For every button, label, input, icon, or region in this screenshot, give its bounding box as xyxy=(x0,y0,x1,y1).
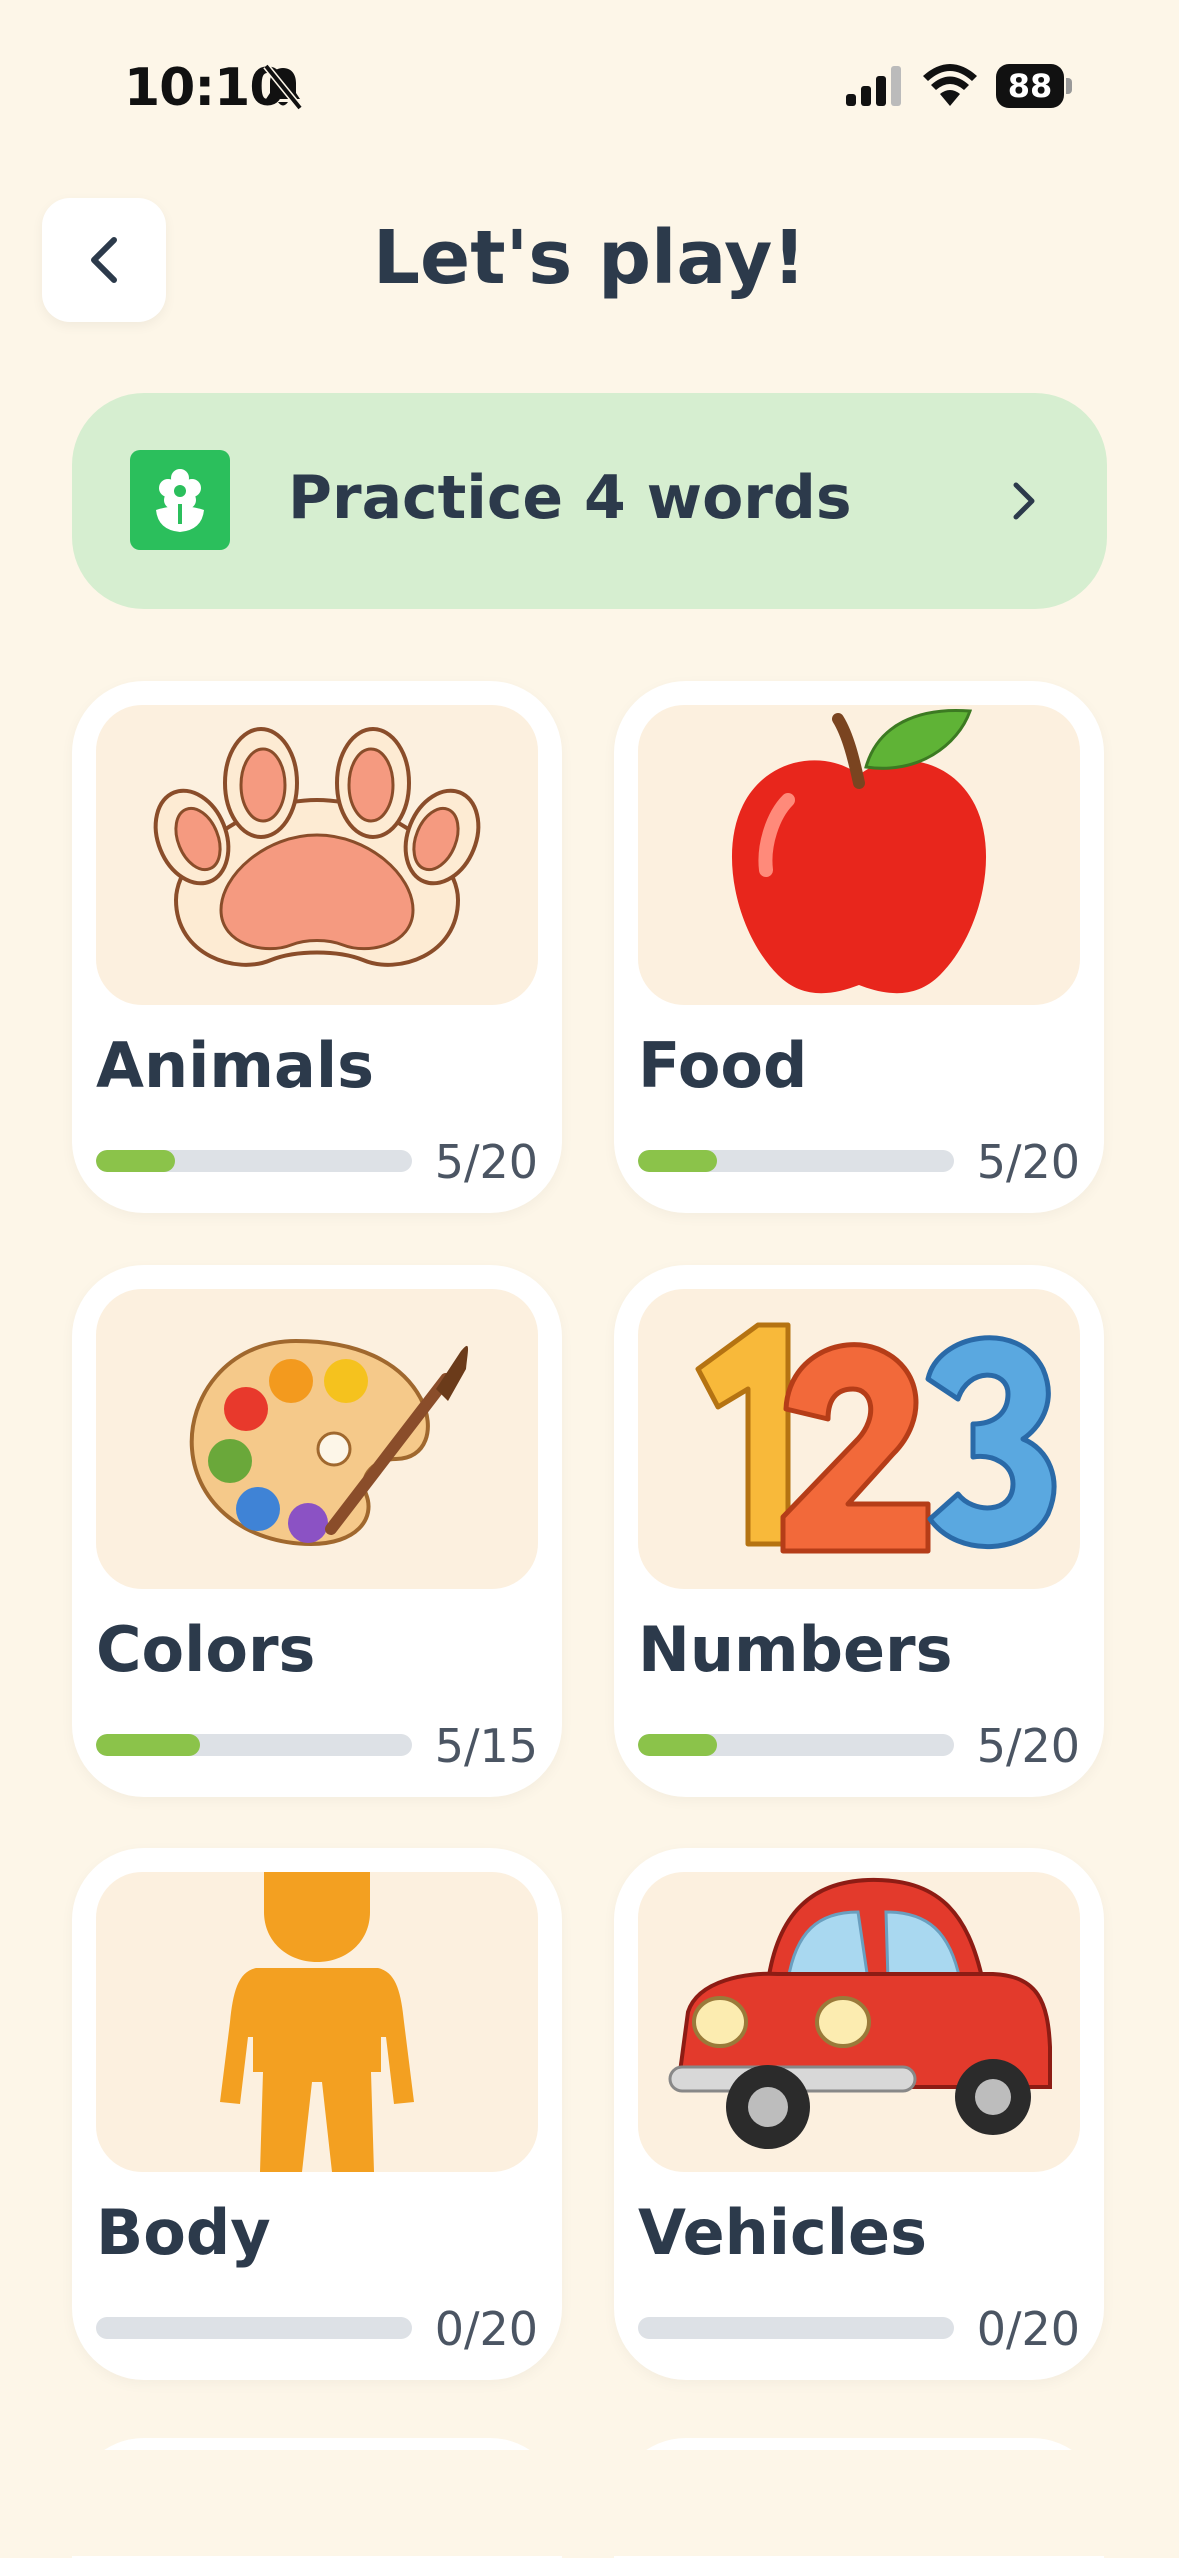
flower-icon xyxy=(130,450,230,550)
progress-fill xyxy=(96,1150,175,1172)
palette-icon xyxy=(189,1338,469,1547)
category-name: Vehicles xyxy=(638,2196,927,2269)
progress-bar xyxy=(96,1150,412,1172)
person-icon xyxy=(220,1872,414,2172)
category-card-numbers[interactable]: Numbers 5/20 xyxy=(614,1265,1104,1797)
category-image xyxy=(96,1289,538,1589)
progress-count: 0/20 xyxy=(434,2302,538,2356)
category-image xyxy=(638,1289,1080,1589)
progress-count: 5/20 xyxy=(976,1135,1080,1189)
progress-count: 5/20 xyxy=(434,1135,538,1189)
progress-count: 0/20 xyxy=(976,2302,1080,2356)
category-image xyxy=(638,1872,1080,2172)
category-image xyxy=(638,705,1080,1005)
signal-icon xyxy=(846,66,901,106)
practice-words-button[interactable]: Practice 4 words xyxy=(72,393,1107,609)
bottom-fade xyxy=(0,2450,1179,2556)
status-time: 10:10 xyxy=(124,58,286,118)
progress-fill xyxy=(96,1734,201,1756)
car-icon xyxy=(668,1877,1052,2149)
category-image xyxy=(96,1872,538,2172)
numbers-icon xyxy=(695,1322,1057,1554)
progress-count: 5/15 xyxy=(434,1719,538,1773)
category-name: Numbers xyxy=(638,1613,953,1686)
progress-bar xyxy=(638,2317,954,2339)
practice-label: Practice 4 words xyxy=(288,463,852,533)
progress-count: 5/20 xyxy=(976,1719,1080,1773)
status-bar: 10:10 88 xyxy=(0,0,1179,170)
progress-bar xyxy=(96,1734,412,1756)
progress-bar xyxy=(638,1734,954,1756)
progress-fill xyxy=(638,1150,717,1172)
category-card-food[interactable]: Food 5/20 xyxy=(614,681,1104,1213)
wifi-icon xyxy=(923,64,977,106)
category-card-body[interactable]: Body 0/20 xyxy=(72,1848,562,2380)
progress-fill xyxy=(638,1734,717,1756)
category-card-colors[interactable]: Colors 5/15 xyxy=(72,1265,562,1797)
category-name: Food xyxy=(638,1029,808,1102)
paw-icon xyxy=(153,727,481,967)
category-image xyxy=(96,705,538,1005)
category-card-animals[interactable]: Animals 5/20 xyxy=(72,681,562,1213)
progress-bar xyxy=(96,2317,412,2339)
category-name: Colors xyxy=(96,1613,316,1686)
battery-icon: 88 xyxy=(996,64,1072,108)
page-title: Let's play! xyxy=(372,215,807,301)
category-name: Animals xyxy=(96,1029,374,1102)
chevron-right-icon xyxy=(1013,482,1035,520)
battery-level: 88 xyxy=(996,64,1064,108)
progress-bar xyxy=(638,1150,954,1172)
category-name: Body xyxy=(96,2196,271,2269)
apple-icon xyxy=(731,708,987,994)
bell-slash-icon xyxy=(263,63,303,111)
category-card-vehicles[interactable]: Vehicles 0/20 xyxy=(614,1848,1104,2380)
